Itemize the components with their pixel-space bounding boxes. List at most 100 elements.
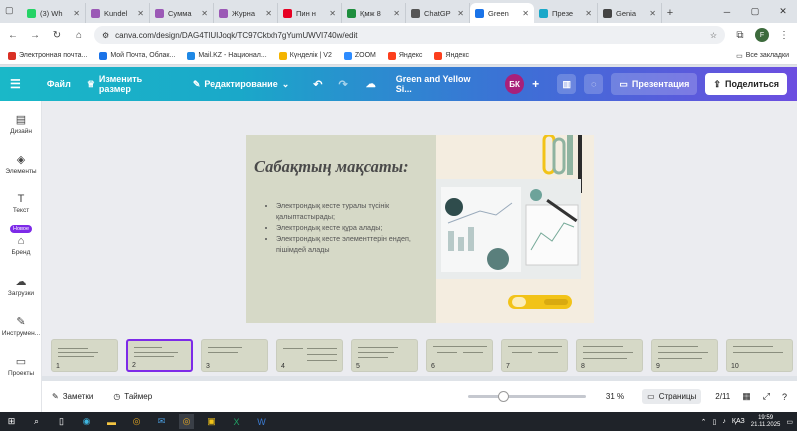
- chrome-active-icon[interactable]: ◎: [179, 414, 194, 429]
- tab-close-icon[interactable]: ✕: [137, 9, 144, 18]
- mail-icon[interactable]: ✉: [154, 414, 169, 429]
- browser-tab[interactable]: Журна ✕: [214, 3, 278, 23]
- back-icon[interactable]: ←: [6, 30, 20, 41]
- volume-icon[interactable]: ♪: [722, 418, 726, 425]
- task-view-icon[interactable]: ▯: [54, 414, 69, 429]
- sidebar-item-uploads[interactable]: ☁ Загрузки: [0, 275, 42, 297]
- sidebar-item-elements[interactable]: ◈ Элементы: [0, 153, 42, 175]
- extensions-icon[interactable]: ⧉: [733, 30, 747, 41]
- bookmark-item[interactable]: Яндекс: [434, 51, 469, 60]
- slide-title[interactable]: Сабақтың мақсаты:: [254, 157, 409, 177]
- reload-icon[interactable]: ↻: [50, 30, 64, 41]
- page-thumbnail[interactable]: 9: [651, 339, 718, 372]
- notes-button[interactable]: ✎ Заметки: [52, 392, 93, 401]
- undo-icon[interactable]: ↶: [313, 78, 322, 91]
- sidebar-item-projects[interactable]: ▭ Проекты: [0, 355, 42, 377]
- page-thumbnail[interactable]: 4: [276, 339, 343, 372]
- browser-tab[interactable]: Kundel ✕: [86, 3, 150, 23]
- tab-close-icon[interactable]: ✕: [457, 9, 464, 18]
- insights-icon[interactable]: ▥: [557, 74, 577, 94]
- edge-icon[interactable]: ◉: [79, 414, 94, 429]
- maximize-icon[interactable]: ▢: [741, 0, 769, 23]
- slide-bullet-list[interactable]: Электрондық кесте туралы түсінік қалыпта…: [270, 200, 435, 255]
- zoom-slider-handle[interactable]: [497, 391, 509, 402]
- pages-toggle-button[interactable]: ▭ Страницы: [642, 389, 702, 404]
- forward-icon[interactable]: →: [28, 30, 42, 41]
- page-thumbnail[interactable]: 5: [351, 339, 418, 372]
- grid-view-icon[interactable]: ▦: [742, 391, 751, 402]
- sidebar-item-tools[interactable]: ✎ Инструмен...: [0, 315, 42, 337]
- browser-tab[interactable]: Пин н ✕: [278, 3, 342, 23]
- share-button[interactable]: ⇪ Поделиться: [705, 73, 787, 95]
- page-thumbnail[interactable]: 1: [51, 339, 118, 372]
- profile-avatar[interactable]: F: [755, 28, 769, 42]
- minimize-icon[interactable]: ─: [713, 0, 741, 23]
- browser-tab[interactable]: (3) Wh ✕: [22, 3, 86, 23]
- tab-close-icon[interactable]: ✕: [265, 9, 272, 18]
- bookmark-item[interactable]: Электронная почта...: [8, 51, 87, 60]
- word-icon[interactable]: W: [254, 414, 269, 429]
- tab-close-icon[interactable]: ✕: [585, 9, 592, 18]
- bookmark-item[interactable]: ZOOM: [343, 51, 376, 60]
- comment-icon[interactable]: ◌: [584, 74, 604, 94]
- excel-icon[interactable]: X: [229, 414, 244, 429]
- browser-tab[interactable]: Қмж 8 ✕: [342, 3, 406, 23]
- fullscreen-icon[interactable]: ⤢: [763, 391, 770, 402]
- bookmark-item[interactable]: Мой Почта, Облак...: [99, 51, 175, 60]
- bookmark-item[interactable]: Яндекс: [387, 51, 422, 60]
- sidebar-item-design[interactable]: ▤ Дизайн: [0, 113, 42, 135]
- search-icon[interactable]: ⌕: [29, 414, 44, 429]
- chrome-icon[interactable]: ◎: [129, 414, 144, 429]
- tray-chevron-icon[interactable]: ⌃: [701, 418, 707, 426]
- language-indicator[interactable]: ҚАЗ: [732, 418, 745, 425]
- design-title[interactable]: Green and Yellow Si...: [396, 74, 485, 94]
- page-thumbnail[interactable]: 6: [426, 339, 493, 372]
- browser-menu-icon[interactable]: ⋮: [777, 30, 791, 41]
- bookmark-item[interactable]: Күнделік | V2: [278, 51, 332, 60]
- tab-search-icon[interactable]: ▢: [5, 5, 14, 16]
- new-tab-button[interactable]: +: [662, 3, 678, 23]
- sidebar-item-text[interactable]: T Текст: [0, 193, 42, 214]
- page-counter[interactable]: 2/11: [715, 392, 730, 401]
- close-window-icon[interactable]: ✕: [769, 0, 797, 23]
- page-thumbnail[interactable]: 7: [501, 339, 568, 372]
- timer-button[interactable]: ◷ Таймер: [113, 392, 152, 401]
- sticky-notes-icon[interactable]: ▣: [204, 414, 219, 429]
- bookmark-item[interactable]: Mail.KZ - Национал...: [187, 51, 267, 60]
- notification-icon[interactable]: ▭: [786, 418, 793, 426]
- site-info-icon[interactable]: ⚙: [102, 31, 109, 40]
- home-icon[interactable]: ⌂: [72, 30, 86, 41]
- tab-close-icon[interactable]: ✕: [393, 9, 400, 18]
- windows-start-icon[interactable]: ⊞: [4, 414, 19, 429]
- browser-tab[interactable]: ChatGP ✕: [406, 3, 470, 23]
- page-thumbnail[interactable]: 3: [201, 339, 268, 372]
- collaborator-avatar[interactable]: БК: [505, 74, 525, 94]
- sidebar-item-brand[interactable]: ⌂ Бренд: [0, 235, 42, 256]
- file-explorer-icon[interactable]: ▬: [104, 414, 119, 429]
- tab-close-icon[interactable]: ✕: [649, 9, 656, 18]
- redo-icon[interactable]: ↷: [338, 78, 347, 91]
- slide-image-panel[interactable]: [436, 135, 594, 323]
- present-button[interactable]: ▭ Презентация: [611, 73, 698, 95]
- all-bookmarks-link[interactable]: ▭ Все закладки: [736, 52, 789, 60]
- zoom-slider[interactable]: [467, 391, 586, 402]
- url-field[interactable]: ⚙ canva.com/design/DAG4TlUIJoqk/TC97Cktx…: [94, 26, 725, 44]
- bookmark-star-icon[interactable]: ☆: [710, 31, 717, 40]
- network-icon[interactable]: ▯: [713, 418, 717, 426]
- browser-tab[interactable]: Презе ✕: [534, 3, 598, 23]
- file-menu[interactable]: Файл: [47, 79, 71, 89]
- slide-canvas[interactable]: Сабақтың мақсаты: Электрондық кесте тура…: [246, 135, 594, 323]
- clock[interactable]: 19:59 21.11.2025: [751, 415, 781, 429]
- editing-mode-dropdown[interactable]: ✎ Редактирование ⌄: [193, 79, 289, 90]
- help-icon[interactable]: ?: [782, 392, 787, 402]
- browser-tab[interactable]: Green ✕: [470, 3, 534, 23]
- browser-tab[interactable]: Genia ✕: [598, 3, 662, 23]
- tab-close-icon[interactable]: ✕: [73, 9, 80, 18]
- tab-close-icon[interactable]: ✕: [201, 9, 208, 18]
- page-thumbnail[interactable]: 8: [576, 339, 643, 372]
- browser-tab[interactable]: Сумма ✕: [150, 3, 214, 23]
- page-thumbnail[interactable]: 2: [126, 339, 193, 372]
- menu-icon[interactable]: ☰: [10, 77, 35, 91]
- page-thumbnail[interactable]: 10: [726, 339, 793, 372]
- add-collaborator-icon[interactable]: +: [532, 77, 539, 91]
